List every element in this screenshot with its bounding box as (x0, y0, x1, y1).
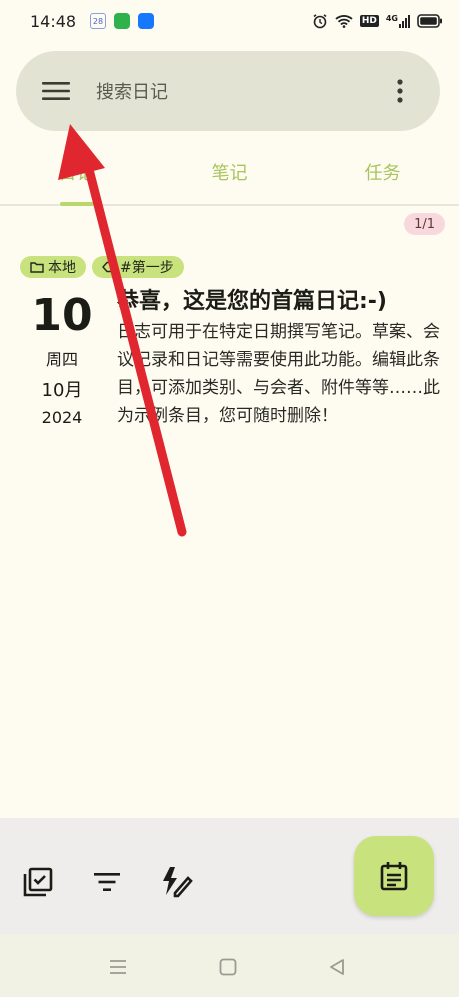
signal-bar (408, 15, 410, 28)
tag-label: #第一步 (120, 260, 174, 276)
filter-icon (94, 873, 120, 891)
recent-apps-button[interactable] (103, 952, 133, 982)
diary-entry[interactable]: 恭喜，这是您的首篇日记:-) 日志可用于在特定日期撰写笔记。草案、会议记录和日记… (117, 288, 443, 430)
new-entry-fab[interactable] (354, 836, 434, 916)
checklist-icon (23, 867, 53, 897)
tab-bar: 日记 笔记 任务 (0, 140, 459, 206)
entry-month: 10月 (41, 380, 83, 401)
page-indicator: 1/1 (404, 213, 445, 235)
select-button[interactable] (18, 862, 58, 902)
signal-bar (399, 24, 401, 28)
back-triangle-icon (330, 959, 344, 975)
signal-bar (402, 21, 404, 28)
entry-date[interactable]: 10 周四 10月 2024 (22, 288, 102, 427)
signal-label: 4G (385, 14, 398, 23)
tag-label: 本地 (48, 260, 76, 276)
tag-icon (102, 261, 116, 273)
home-square-icon (219, 958, 237, 976)
tab-notes[interactable]: 笔记 (153, 140, 306, 204)
calendar-app-date: 28 (92, 16, 104, 26)
more-vert-icon (397, 79, 403, 103)
signal-icon: 4G (386, 14, 410, 28)
entry-title: 恭喜，这是您的首篇日记:-) (117, 289, 387, 314)
hamburger-menu-icon (42, 82, 70, 100)
hd-badge: HD (359, 15, 379, 27)
entry-body: 日志可用于在特定日期撰写笔记。草案、会议记录和日记等需要使用此功能。编辑此条目，… (117, 322, 440, 426)
calendar-app-icon: 28 (90, 13, 106, 29)
tab-tasks[interactable]: 任务 (306, 140, 459, 204)
signal-bar (405, 18, 407, 28)
entry-tags: 本地 #第一步 (20, 256, 184, 278)
search-input[interactable]: 搜索日记 (96, 78, 168, 104)
tab-diary[interactable]: 日记 (0, 140, 153, 204)
back-button[interactable] (322, 952, 352, 982)
status-time: 14:48 (30, 11, 77, 31)
filter-button[interactable] (87, 862, 127, 902)
entry-weekday: 周四 (45, 350, 78, 369)
recent-apps-icon (110, 960, 126, 974)
status-bar: 14:48 28 HD 4G (0, 0, 459, 42)
wifi-icon (335, 15, 353, 28)
tag-category[interactable]: #第一步 (92, 256, 184, 278)
bolt-pen-icon (163, 867, 193, 898)
alipay-app-icon (138, 13, 154, 29)
system-navigation-bar (0, 934, 459, 997)
tag-location[interactable]: 本地 (20, 256, 86, 278)
menu-button[interactable] (16, 51, 96, 131)
status-system-icons: HD 4G (312, 13, 443, 29)
home-button[interactable] (213, 952, 243, 982)
status-notification-icons: 28 (90, 13, 154, 29)
alarm-icon (313, 14, 327, 29)
messages-app-icon (114, 13, 130, 29)
folder-icon (30, 262, 44, 273)
quick-edit-button[interactable] (156, 862, 196, 902)
search-bar[interactable]: 搜索日记 (16, 51, 440, 131)
more-options-button[interactable] (360, 51, 440, 131)
entry-year: 2024 (41, 408, 83, 427)
entry-day: 10 (31, 290, 93, 341)
calendar-note-icon (380, 862, 408, 891)
battery-icon (417, 14, 442, 28)
